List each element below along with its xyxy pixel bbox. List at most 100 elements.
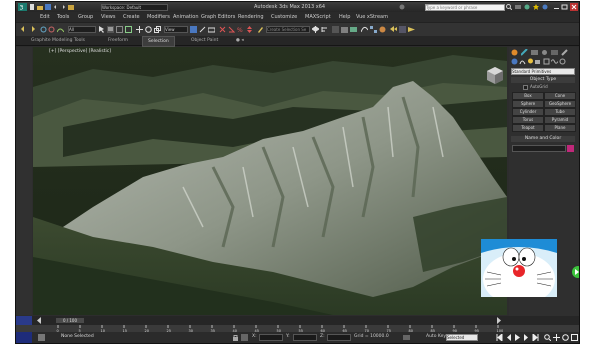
go-to-end-icon[interactable] (532, 334, 539, 341)
orbit-icon[interactable] (562, 334, 569, 341)
tab-freeform[interactable]: Freeform (108, 38, 128, 43)
geosphere-button[interactable]: GeoSphere (544, 100, 576, 108)
z-coordinate-input[interactable] (327, 334, 351, 341)
curve-editor-icon[interactable] (361, 26, 368, 33)
maximize-viewport-icon[interactable] (571, 334, 578, 341)
hierarchy-tab-icon[interactable] (531, 49, 539, 56)
primitive-type-select[interactable]: Standard Primitives (511, 68, 575, 75)
menu-tools[interactable]: Tools (57, 14, 69, 20)
shapes-icon[interactable] (519, 58, 526, 65)
time-slider-prev-icon[interactable] (36, 317, 42, 324)
search-icon[interactable] (506, 4, 512, 10)
snaps-toggle-icon[interactable] (219, 26, 226, 33)
open-file-icon[interactable] (37, 4, 43, 10)
next-frame-icon[interactable] (523, 334, 530, 341)
render-production-icon[interactable] (408, 26, 415, 33)
autogrid-checkbox[interactable] (523, 85, 528, 90)
workspace-select[interactable]: Workspace: Default (101, 4, 168, 11)
menu-graph-editors[interactable]: Graph Editors (201, 14, 235, 20)
sphere-button[interactable]: Sphere (512, 100, 544, 108)
x-coordinate-input[interactable] (259, 334, 283, 341)
auto-key-button[interactable]: Auto Key (426, 334, 446, 340)
track-bar[interactable]: 0 5 10 15 20 25 30 35 40 45 50 55 60 65 70 75 80 85 90 95 10… (16, 325, 579, 332)
maxscript-listener[interactable] (16, 332, 32, 343)
cylinder-button[interactable]: Cylinder (512, 108, 544, 116)
rendered-frame-window-icon[interactable] (399, 26, 406, 33)
3dsmax-logo-icon[interactable]: 3 (18, 3, 27, 11)
add-time-tag-icon[interactable] (403, 334, 410, 341)
viewcube-icon[interactable] (485, 65, 505, 87)
save-file-icon[interactable] (45, 4, 51, 10)
plane-button[interactable]: Plane (544, 124, 576, 132)
select-and-move-icon[interactable] (136, 26, 143, 33)
play-icon[interactable] (514, 334, 521, 341)
key-mode-select[interactable]: Selected (446, 334, 478, 341)
time-slider-thumb[interactable]: 0 / 100 (56, 318, 84, 323)
angle-snap-toggle-icon[interactable] (228, 26, 235, 33)
absolute-mode-icon[interactable] (241, 334, 248, 341)
time-slider-next-icon[interactable] (496, 317, 502, 324)
select-and-manipulate-icon[interactable] (199, 26, 206, 33)
tab-selection[interactable]: Selection (142, 36, 175, 47)
schematic-view-icon[interactable] (370, 26, 377, 33)
info-center-icon[interactable] (399, 4, 405, 10)
helpers-icon[interactable] (543, 58, 550, 65)
time-slider[interactable]: 0 / 100 (16, 316, 579, 325)
lights-icon[interactable] (527, 58, 534, 65)
geometry-icon[interactable] (511, 58, 518, 65)
selection-filter-select[interactable]: All (68, 26, 96, 33)
edit-named-selection-sets-icon[interactable] (257, 26, 264, 33)
menu-customize[interactable]: Customize (271, 14, 297, 20)
object-type-rollout-header[interactable]: Object Type (511, 77, 575, 83)
redo-icon[interactable] (60, 4, 66, 10)
menu-views[interactable]: Views (101, 14, 115, 20)
object-color-swatch[interactable] (567, 145, 574, 152)
pivot-point-center-icon[interactable] (190, 26, 197, 33)
viewport-side-button[interactable] (569, 265, 579, 279)
tab-object-paint[interactable]: Object Paint (191, 38, 218, 43)
space-warps-icon[interactable] (551, 58, 558, 65)
help-icon[interactable] (542, 4, 548, 10)
spinner-snap-toggle-icon[interactable] (246, 26, 253, 33)
material-editor-icon[interactable] (379, 26, 386, 33)
select-and-scale-icon[interactable] (154, 26, 161, 33)
keyboard-shortcut-override-icon[interactable] (208, 26, 215, 33)
communication-center-icon[interactable] (524, 4, 530, 10)
perspective-viewport[interactable]: [+] [Perspective] [Realistic] (33, 47, 507, 315)
menu-modifiers[interactable]: Modifiers (147, 14, 170, 20)
select-and-rotate-icon[interactable] (145, 26, 152, 33)
systems-icon[interactable] (559, 58, 566, 65)
previous-frame-icon[interactable] (505, 334, 512, 341)
window-crossing-icon[interactable] (125, 26, 132, 33)
object-name-input[interactable] (512, 145, 566, 152)
favorites-icon[interactable] (533, 4, 539, 10)
viewport-label[interactable]: [+] [Perspective] [Realistic] (49, 49, 111, 55)
motion-tab-icon[interactable] (541, 49, 549, 56)
select-by-name-icon[interactable] (107, 26, 114, 33)
teapot-button[interactable]: Teapot (512, 124, 544, 132)
pyramid-button[interactable]: Pyramid (544, 116, 576, 124)
toggle-ribbon-icon[interactable] (350, 26, 357, 33)
percent-snap-toggle-icon[interactable]: % (237, 26, 244, 33)
cameras-icon[interactable] (535, 58, 542, 65)
undo-icon[interactable] (53, 4, 59, 10)
maximize-icon[interactable] (561, 4, 568, 10)
mini-listener[interactable] (16, 316, 32, 325)
create-tab-icon[interactable] (511, 49, 519, 56)
unlink-icon[interactable] (48, 26, 55, 33)
toggle-layer-explorer-icon[interactable] (341, 26, 348, 33)
zoom-icon[interactable] (544, 334, 551, 341)
align-icon[interactable] (321, 26, 328, 33)
redo-icon[interactable] (29, 26, 36, 33)
menu-create[interactable]: Create (123, 14, 140, 20)
help-search-input[interactable]: Type a keyword or phrase (425, 4, 505, 11)
menu-vue-xstream[interactable]: Vue xStream (356, 14, 388, 20)
select-and-link-icon[interactable] (40, 26, 47, 33)
reference-coordinate-select[interactable]: View (164, 26, 188, 33)
tab-graphite-modeling-tools[interactable]: Graphite Modeling Tools (31, 38, 85, 43)
menu-rendering[interactable]: Rendering (238, 14, 264, 20)
rectangular-selection-icon[interactable] (116, 26, 123, 33)
y-coordinate-input[interactable] (293, 334, 317, 341)
undo-icon[interactable] (20, 26, 27, 33)
selection-lock-icon[interactable] (232, 334, 239, 341)
